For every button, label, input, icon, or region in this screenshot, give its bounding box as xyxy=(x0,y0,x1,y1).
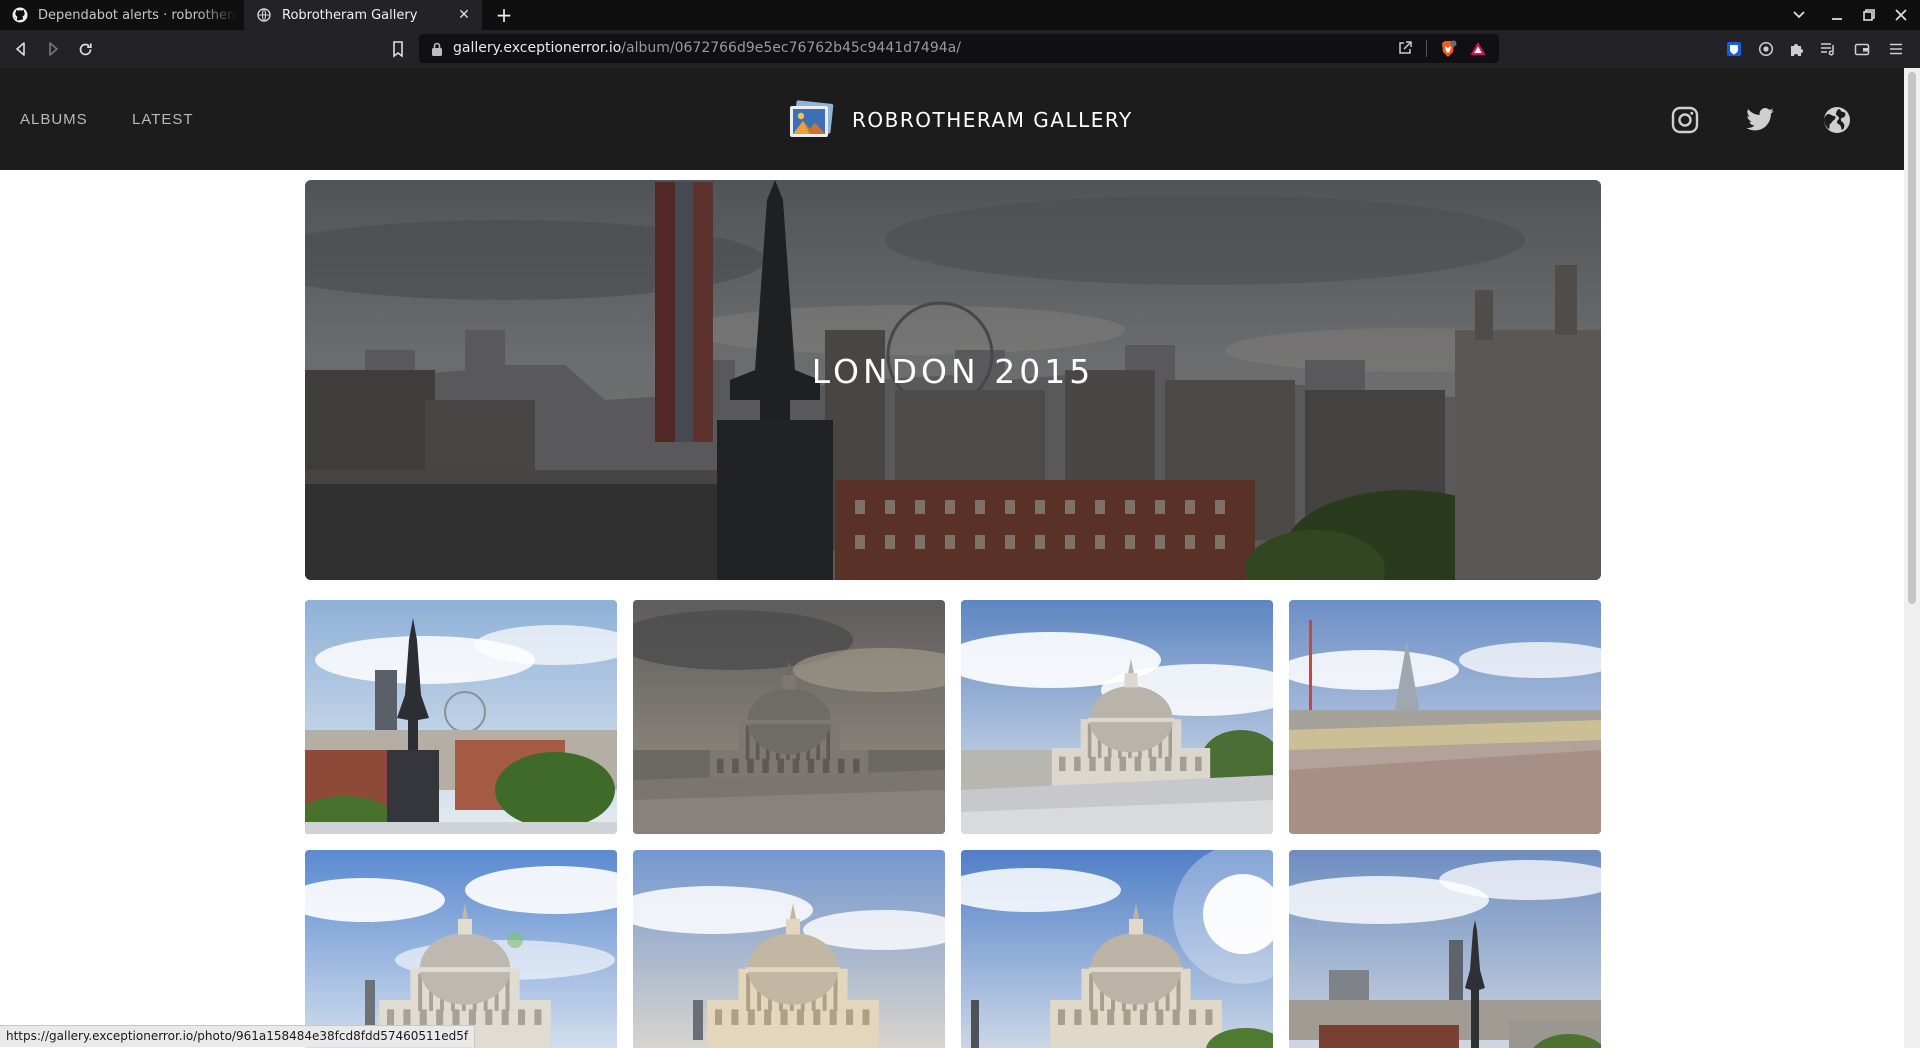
url-text: gallery.exceptionerror.io/album/0672766d… xyxy=(453,40,961,56)
bitwarden-extension-icon[interactable] xyxy=(1725,40,1743,58)
tab-list-chevron-icon[interactable] xyxy=(1784,0,1814,30)
gallery-logo-icon xyxy=(788,100,834,140)
twitter-icon[interactable] xyxy=(1745,105,1775,135)
privacy-extension-icon[interactable] xyxy=(1757,40,1775,58)
back-button[interactable] xyxy=(10,38,32,60)
tab-robrotheram-gallery[interactable]: Robrotheram Gallery ✕ xyxy=(244,0,482,30)
photo-image xyxy=(305,850,617,1048)
url-host: gallery.exceptionerror.io xyxy=(453,40,622,56)
globe-icon[interactable] xyxy=(1822,105,1852,135)
nav-latest-link[interactable]: LATEST xyxy=(132,111,194,128)
photo-thumbnail[interactable] xyxy=(961,850,1273,1048)
scrollbar-thumb[interactable] xyxy=(1908,72,1916,604)
nav-albums-link[interactable]: ALBUMS xyxy=(20,111,88,128)
tab-dependabot-alerts[interactable]: Dependabot alerts · robrotheram xyxy=(0,0,244,30)
close-window-button[interactable] xyxy=(1886,0,1916,30)
page-scrollbar[interactable] xyxy=(1904,68,1920,1048)
reload-button[interactable] xyxy=(74,38,96,60)
site-brand[interactable]: ROBROTHERAM GALLERY xyxy=(788,100,1133,140)
photo-image xyxy=(961,600,1273,834)
extensions-puzzle-icon[interactable] xyxy=(1788,40,1806,58)
lock-icon xyxy=(431,41,443,60)
photo-thumbnail[interactable] xyxy=(633,600,945,834)
photo-image xyxy=(633,850,945,1048)
tab-title: Robrotheram Gallery xyxy=(282,7,418,23)
forward-button[interactable] xyxy=(42,38,64,60)
photo-thumbnail[interactable] xyxy=(305,600,617,834)
tab-title: Dependabot alerts · robrotheram xyxy=(38,7,238,23)
browser-toolbar: gallery.exceptionerror.io/album/0672766d… xyxy=(0,30,1920,68)
brave-rewards-icon[interactable] xyxy=(1469,40,1487,58)
photo-image xyxy=(305,600,617,834)
address-bar[interactable]: gallery.exceptionerror.io/album/0672766d… xyxy=(419,34,1499,63)
photo-thumbnail[interactable] xyxy=(961,600,1273,834)
restore-window-button[interactable] xyxy=(1854,0,1884,30)
photo-thumbnail[interactable] xyxy=(1289,850,1601,1048)
photo-image xyxy=(1289,850,1601,1048)
menu-hamburger-icon[interactable] xyxy=(1887,40,1905,58)
photo-image xyxy=(961,850,1273,1048)
new-tab-button[interactable]: + xyxy=(492,3,516,27)
open-external-icon[interactable] xyxy=(1397,40,1415,58)
photo-image xyxy=(633,600,945,834)
album-title: LONDON 2015 xyxy=(811,352,1095,391)
browser-tab-strip: Dependabot alerts · robrotheram Robrothe… xyxy=(0,0,1920,30)
photo-thumbnail[interactable] xyxy=(305,850,617,1048)
close-tab-icon[interactable]: ✕ xyxy=(456,7,472,23)
photo-thumbnail[interactable] xyxy=(1289,600,1601,834)
wallet-icon[interactable] xyxy=(1853,40,1871,58)
minimize-window-button[interactable] xyxy=(1822,0,1852,30)
bookmark-icon[interactable] xyxy=(389,40,407,58)
album-hero-banner: LONDON 2015 xyxy=(305,180,1601,580)
photo-thumbnail[interactable] xyxy=(633,850,945,1048)
github-icon xyxy=(12,7,28,23)
page-viewport: ALBUMS LATEST ROBROTHERAM GALLERY LONDON… xyxy=(0,68,1904,1048)
brave-shields-icon[interactable] xyxy=(1439,40,1457,58)
urlbar-divider xyxy=(1426,40,1427,57)
globe-favicon-icon xyxy=(256,7,272,23)
link-status-bar: https://gallery.exceptionerror.io/photo/… xyxy=(0,1025,476,1047)
site-title: ROBROTHERAM GALLERY xyxy=(852,108,1133,132)
instagram-icon[interactable] xyxy=(1670,105,1700,135)
media-playlist-icon[interactable] xyxy=(1819,40,1837,58)
url-path: /album/0672766d9e5ec76762b45c9441d7494a/ xyxy=(621,40,961,56)
photo-image xyxy=(1289,600,1601,834)
site-header: ALBUMS LATEST ROBROTHERAM GALLERY xyxy=(0,68,1904,170)
